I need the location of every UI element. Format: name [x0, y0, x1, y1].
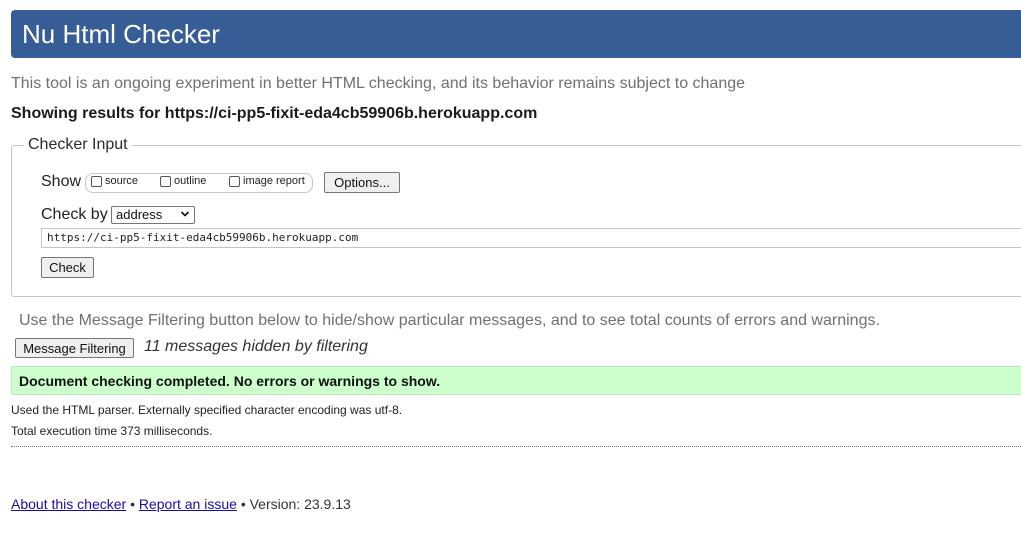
options-button[interactable]: Options...: [324, 172, 400, 193]
image-report-checkbox[interactable]: [229, 175, 240, 187]
show-source-option[interactable]: source: [91, 175, 138, 187]
about-checker-link[interactable]: About this checker: [11, 496, 126, 512]
outline-checkbox-label: outline: [174, 175, 207, 187]
showing-results-heading: Showing results for https://ci-pp5-fixit…: [11, 105, 538, 122]
report-issue-link[interactable]: Report an issue: [139, 496, 237, 512]
footer-separator: •: [240, 496, 246, 512]
outline-checkbox[interactable]: [160, 175, 171, 187]
url-input[interactable]: https://ci-pp5-fixit-eda4cb59906b.heroku…: [41, 228, 1021, 248]
page-header: Nu Html Checker: [11, 10, 1021, 58]
chevron-down-icon: [180, 211, 190, 217]
success-message: Document checking completed. No errors o…: [19, 373, 441, 389]
page-title: Nu Html Checker: [22, 19, 220, 49]
parser-details: Used the HTML parser. Externally specifi…: [11, 403, 403, 417]
show-image-report-option[interactable]: image report: [229, 175, 305, 187]
hidden-messages-count: 11 messages hidden by filtering: [144, 338, 368, 355]
footer: About this checker • Report an issue • V…: [11, 496, 351, 512]
version-text: Version: 23.9.13: [249, 496, 351, 512]
footer-separator: •: [130, 496, 135, 512]
filtering-help-text: Use the Message Filtering button below t…: [19, 312, 880, 329]
divider: [11, 446, 1021, 447]
check-by-label: Check by: [41, 206, 108, 223]
source-checkbox-label: source: [105, 175, 139, 187]
checker-input-legend: Checker Input: [24, 136, 132, 154]
show-outline-option[interactable]: outline: [160, 175, 206, 187]
execution-time: Total execution time 373 milliseconds.: [11, 424, 213, 438]
show-options-group: source outline image report: [85, 173, 313, 193]
image-report-checkbox-label: image report: [243, 175, 305, 187]
success-message-box: Document checking completed. No errors o…: [11, 366, 1021, 395]
check-button[interactable]: Check: [41, 257, 94, 278]
tagline: This tool is an ongoing experiment in be…: [11, 75, 746, 92]
show-label: Show: [41, 173, 82, 190]
check-by-select[interactable]: address: [111, 206, 195, 224]
check-by-selected-value: address: [116, 207, 163, 222]
source-checkbox[interactable]: [91, 175, 102, 187]
message-filtering-button[interactable]: Message Filtering: [15, 338, 134, 358]
